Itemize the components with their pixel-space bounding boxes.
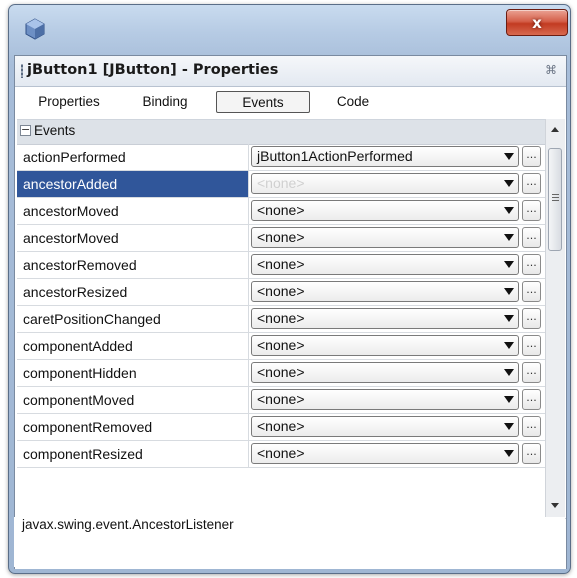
handler-value: <none> [257,364,305,380]
handler-dropdown[interactable]: <none> [251,173,519,194]
scrollbar-thumb[interactable] [548,148,562,251]
properties-panel: jButton1 [JButton] - Properties ⌘ Proper… [14,55,567,569]
browse-button[interactable]: ... [522,335,541,356]
dropdown-arrow-icon [504,315,514,322]
browse-button[interactable]: ... [522,443,541,464]
panel-title: jButton1 [JButton] - Properties [27,62,279,78]
dropdown-arrow-icon [504,207,514,214]
tab-code[interactable]: Code [327,91,379,113]
browse-button[interactable]: ... [522,362,541,383]
window-app-icon [25,18,45,40]
handler-value: <none> [257,310,305,326]
event-name: ancestorMoved [17,198,249,224]
event-name: actionPerformed [17,144,249,170]
table-row[interactable]: componentAdded <none> ... [17,333,545,360]
handler-value: <none> [257,202,305,218]
dropdown-arrow-icon [504,153,514,160]
event-name: componentRemoved [17,414,249,440]
handler-value: <none> [257,418,305,434]
table-row[interactable]: componentHidden <none> ... [17,360,545,387]
table-row[interactable]: componentResized <none> ... [17,441,545,468]
event-name: ancestorAdded [17,171,249,197]
handler-dropdown[interactable]: <none> [251,362,519,383]
thumb-grip-icon [552,194,559,201]
description-body: javax.swing.event.AncestorListener [14,517,565,567]
tab-properties[interactable]: Properties [25,91,113,113]
table-row[interactable]: ancestorRemoved <none> ... [17,252,545,279]
dropdown-arrow-icon [504,423,514,430]
dropdown-arrow-icon [504,288,514,295]
table-row[interactable]: componentRemoved <none> ... [17,414,545,441]
browse-button[interactable]: ... [522,146,541,167]
dropdown-arrow-icon [504,261,514,268]
handler-value: <none> [257,445,305,461]
browse-button[interactable]: ... [522,416,541,437]
dropdown-arrow-icon [504,180,514,187]
handler-dropdown[interactable]: <none> [251,227,519,248]
table-row[interactable]: ancestorMoved <none> ... [17,198,545,225]
handler-dropdown[interactable]: <none> [251,254,519,275]
description-text: javax.swing.event.AncestorListener [22,517,234,532]
table-row[interactable]: caretPositionChanged <none> ... [17,306,545,333]
handler-dropdown[interactable]: <none> [251,443,519,464]
handler-value: <none> [257,337,305,353]
handler-value: jButton1ActionPerformed [257,148,413,164]
table-row[interactable]: actionPerformed jButton1ActionPerformed … [17,144,545,171]
handler-value: <none> [257,256,305,272]
handler-dropdown[interactable]: jButton1ActionPerformed [251,146,519,167]
browse-button[interactable]: ... [522,173,541,194]
table-row-selected[interactable]: ancestorAdded <none> ... [17,171,545,198]
event-property-grid: − Events actionPerformed jButton1ActionP… [17,119,545,518]
event-name: caretPositionChanged [17,306,249,332]
browse-button[interactable]: ... [522,227,541,248]
browse-button[interactable]: ... [522,200,541,221]
browse-button[interactable]: ... [522,254,541,275]
scroll-up-arrow-icon[interactable] [551,127,559,132]
event-name: ancestorResized [17,279,249,305]
window-close-button[interactable]: x [506,9,568,36]
drag-grip-icon[interactable] [21,64,23,78]
handler-dropdown[interactable]: <none> [251,389,519,410]
table-row[interactable]: componentMoved <none> ... [17,387,545,414]
category-label: Events [34,123,76,138]
dropdown-arrow-icon [504,396,514,403]
handler-value: <none> [257,283,305,299]
tab-bar: Properties Binding Events Code [15,87,566,117]
handler-value: <none> [257,175,305,191]
event-name: componentResized [17,441,249,467]
event-name: componentHidden [17,360,249,386]
handler-value: <none> [257,229,305,245]
handler-dropdown[interactable]: <none> [251,335,519,356]
browse-button[interactable]: ... [522,281,541,302]
table-row[interactable]: ancestorMoved <none> ... [17,225,545,252]
dropdown-arrow-icon [504,450,514,457]
event-name: ancestorRemoved [17,252,249,278]
handler-dropdown[interactable]: <none> [251,308,519,329]
handler-dropdown[interactable]: <none> [251,200,519,221]
browse-button[interactable]: ... [522,389,541,410]
handler-dropdown[interactable]: <none> [251,281,519,302]
event-name: componentAdded [17,333,249,359]
close-icon: x [532,13,542,32]
event-name: componentMoved [17,387,249,413]
collapse-toggle-icon[interactable]: − [20,124,31,136]
handler-value: <none> [257,391,305,407]
scroll-down-arrow-icon[interactable] [551,503,559,508]
table-row[interactable]: ancestorResized <none> ... [17,279,545,306]
tab-events[interactable]: Events [216,91,310,113]
dropdown-arrow-icon [504,234,514,241]
dropdown-arrow-icon [504,342,514,349]
panel-close-icon[interactable]: ⌘ [545,63,557,77]
event-name: ancestorMoved [17,225,249,251]
panel-titlebar: jButton1 [JButton] - Properties ⌘ [15,56,566,87]
category-row-events: − Events [17,120,545,145]
dropdown-arrow-icon [504,369,514,376]
browse-button[interactable]: ... [522,308,541,329]
handler-dropdown[interactable]: <none> [251,416,519,437]
tab-binding[interactable]: Binding [129,91,201,113]
vertical-scrollbar[interactable] [545,119,565,517]
